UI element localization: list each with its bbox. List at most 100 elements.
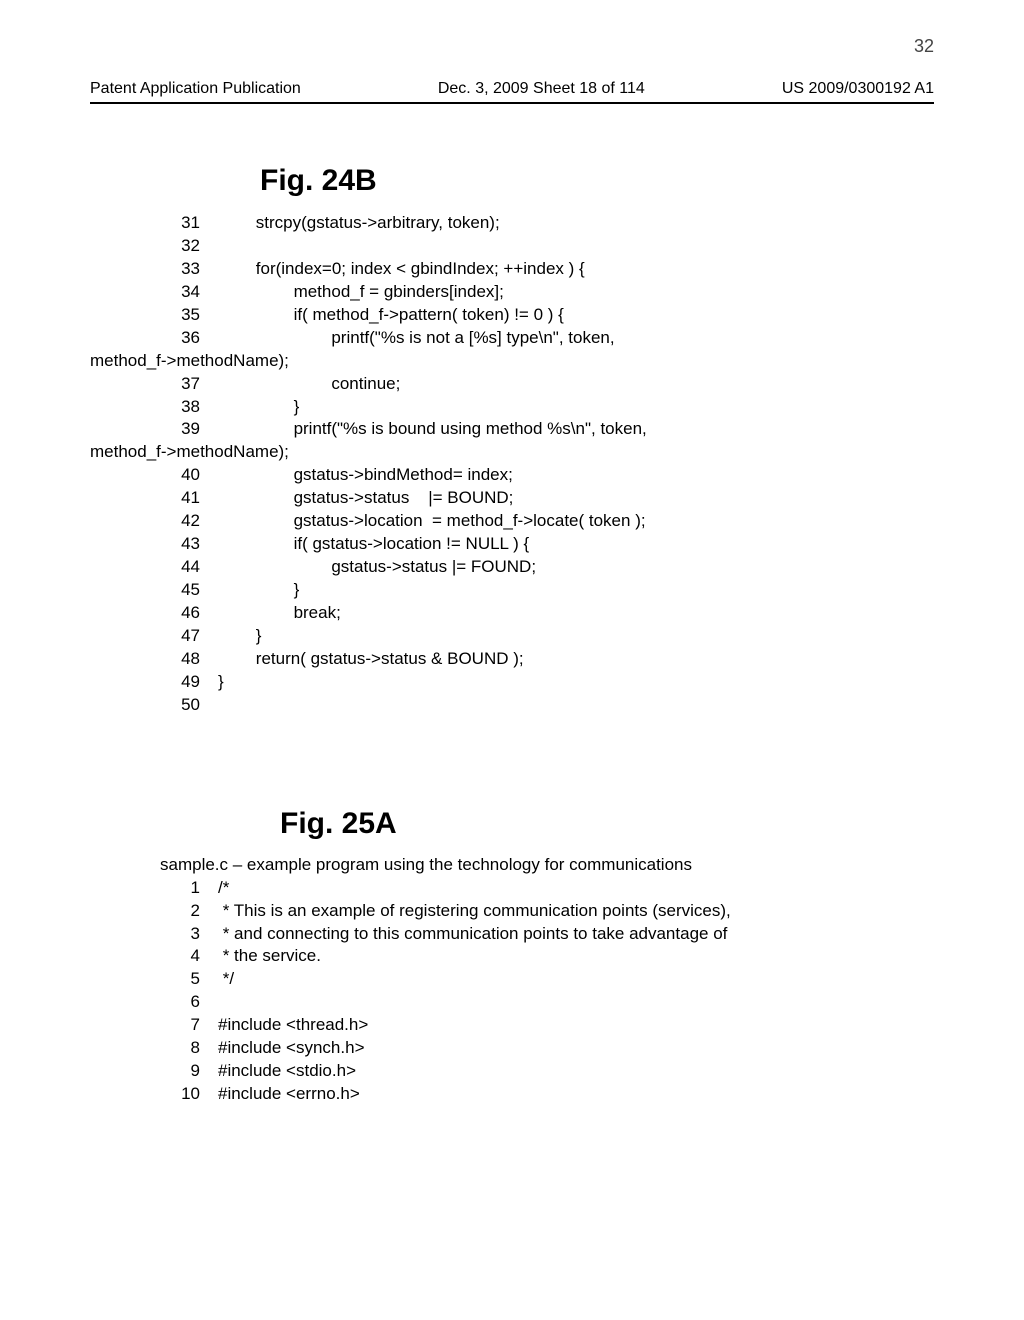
line-number: 46 [160,602,200,625]
line-number: 50 [160,694,200,717]
code-text: printf("%s is not a [%s] type\n", token, [218,327,615,350]
code-line: method_f->methodName); [90,441,934,464]
code-line: 34 method_f = gbinders[index]; [160,281,934,304]
code-line: 42 gstatus->location = method_f->locate(… [160,510,934,533]
code-line: 6 [160,991,934,1014]
line-number: 33 [160,258,200,281]
code-line: 37 continue; [160,373,934,396]
line-number: 40 [160,464,200,487]
code-text: * the service. [218,945,321,968]
code-text: } [218,396,299,419]
code-text: } [218,625,261,648]
code-text: return( gstatus->status & BOUND ); [218,648,524,671]
line-number: 31 [160,212,200,235]
fig-25a-title: Fig. 25A [280,807,934,841]
code-line: 10 #include <errno.h> [160,1083,934,1106]
code-line: 41 gstatus->status |= BOUND; [160,487,934,510]
code-line: 5 */ [160,968,934,991]
line-number: 8 [160,1037,200,1060]
code-line: 32 [160,235,934,258]
line-number: 34 [160,281,200,304]
header-left: Patent Application Publication [90,80,301,98]
line-number: 5 [160,968,200,991]
header-center: Dec. 3, 2009 Sheet 18 of 114 [438,80,645,98]
code-line: 43 if( gstatus->location != NULL ) { [160,533,934,556]
code-line: 4 * the service. [160,945,934,968]
line-number: 3 [160,923,200,946]
code-text: printf("%s is bound using method %s\n", … [218,418,647,441]
code-text: if( gstatus->location != NULL ) { [218,533,529,556]
line-number: 2 [160,900,200,923]
code-text: break; [218,602,341,625]
line-number: 45 [160,579,200,602]
code-line: 36 printf("%s is not a [%s] type\n", tok… [160,327,934,350]
line-number: 1 [160,877,200,900]
line-number: 38 [160,396,200,419]
code-line: 45 } [160,579,934,602]
code-text: * This is an example of registering comm… [218,900,731,923]
code-text: #include <synch.h> [218,1037,365,1060]
line-number: 47 [160,625,200,648]
code-text: #include <thread.h> [218,1014,368,1037]
code-text: } [218,671,224,694]
code-line: 3 * and connecting to this communication… [160,923,934,946]
code-text: gstatus->location = method_f->locate( to… [218,510,646,533]
code-text: gstatus->status |= BOUND; [218,487,513,510]
code-text: method_f->methodName); [90,350,289,373]
code-text: */ [218,968,234,991]
code-line: 44 gstatus->status |= FOUND; [160,556,934,579]
code-text: gstatus->bindMethod= index; [218,464,513,487]
header-row: Patent Application Publication Dec. 3, 2… [90,80,934,104]
code-line: 39 printf("%s is bound using method %s\n… [160,418,934,441]
fig-25a-caption: sample.c – example program using the tec… [160,855,934,875]
code-line: 50 [160,694,934,717]
code-text: for(index=0; index < gbindIndex; ++index… [218,258,585,281]
code-text: #include <errno.h> [218,1083,360,1106]
code-line: 49} [160,671,934,694]
code-line: 1 /* [160,877,934,900]
code-line: 8 #include <synch.h> [160,1037,934,1060]
code-text: method_f = gbinders[index]; [218,281,504,304]
code-text: if( method_f->pattern( token) != 0 ) { [218,304,564,327]
code-text: gstatus->status |= FOUND; [218,556,536,579]
line-number: 4 [160,945,200,968]
line-number: 49 [160,671,200,694]
line-number: 7 [160,1014,200,1037]
code-text: strcpy(gstatus->arbitrary, token); [218,212,500,235]
line-number: 41 [160,487,200,510]
page-number-top: 32 [914,36,934,57]
code-text: continue; [218,373,400,396]
code-text: * and connecting to this communication p… [218,923,727,946]
line-number: 9 [160,1060,200,1083]
code-line: 38 } [160,396,934,419]
line-number: 32 [160,235,200,258]
code-text: } [218,579,299,602]
line-number: 36 [160,327,200,350]
code-line: 33 for(index=0; index < gbindIndex; ++in… [160,258,934,281]
code-text: #include <stdio.h> [218,1060,356,1083]
line-number: 10 [160,1083,200,1106]
code-line: 35 if( method_f->pattern( token) != 0 ) … [160,304,934,327]
line-number: 6 [160,991,200,1014]
line-number: 44 [160,556,200,579]
line-number: 39 [160,418,200,441]
code-line: 47 } [160,625,934,648]
code-line: 31 strcpy(gstatus->arbitrary, token); [160,212,934,235]
page-content: Patent Application Publication Dec. 3, 2… [0,0,1024,1196]
code-line: 2 * This is an example of registering co… [160,900,934,923]
line-number: 48 [160,648,200,671]
code-text: method_f->methodName); [90,441,289,464]
line-number: 42 [160,510,200,533]
code-text: /* [218,877,229,900]
fig-24b-title: Fig. 24B [260,164,934,198]
code-line: method_f->methodName); [90,350,934,373]
fig-25a-code: 1/*2 * This is an example of registering… [160,877,934,1106]
code-line: 48 return( gstatus->status & BOUND ); [160,648,934,671]
code-line: 40 gstatus->bindMethod= index; [160,464,934,487]
line-number: 43 [160,533,200,556]
fig-24b-code: 31 strcpy(gstatus->arbitrary, token);323… [160,212,934,717]
line-number: 35 [160,304,200,327]
code-line: 7 #include <thread.h> [160,1014,934,1037]
code-line: 46 break; [160,602,934,625]
header-right: US 2009/0300192 A1 [782,80,934,98]
